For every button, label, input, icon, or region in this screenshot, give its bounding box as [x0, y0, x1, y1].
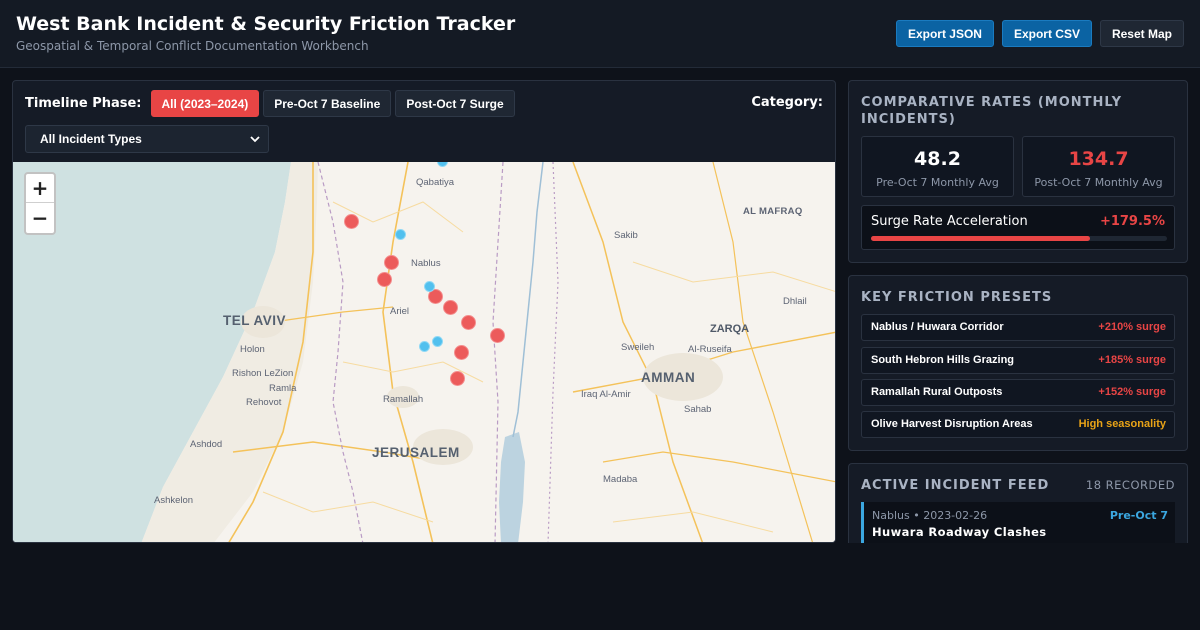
incident-marker-post-oct7[interactable] — [443, 300, 458, 315]
export-json-button[interactable]: Export JSON — [895, 20, 994, 47]
place-label-tel-aviv: TEL AVIV — [223, 313, 287, 328]
comparative-rates-title: COMPARATIVE RATES (MONTHLY INCIDENTS) — [861, 95, 1123, 127]
preset-south-hebron-hills[interactable]: South Hebron Hills Grazing +185% surge — [861, 347, 1175, 374]
incident-marker-post-oct7[interactable] — [461, 315, 476, 330]
place-label-zarqa: ZARQA — [710, 323, 750, 335]
incident-feed-card: ACTIVE INCIDENT FEED 18 RECORDED Nablus … — [848, 463, 1188, 543]
preset-name: Nablus / Huwara Corridor — [871, 321, 1004, 333]
pre-oct7-value: 48.2 — [914, 148, 961, 170]
top-header: West Bank Incident & Security Friction T… — [0, 0, 1200, 68]
place-label-madaba: Madaba — [603, 474, 638, 485]
pre-oct7-label: Pre-Oct 7 Monthly Avg — [876, 176, 999, 189]
incident-marker-pre-oct7[interactable] — [395, 229, 406, 240]
zoom-out-button[interactable]: − — [26, 203, 54, 232]
preset-tag: +185% surge — [1098, 354, 1166, 366]
place-label-rishon-lezion: Rishon LeZion — [232, 368, 294, 379]
place-label-amman: AMMAN — [641, 370, 696, 385]
incident-marker-post-oct7[interactable] — [454, 345, 469, 360]
incident-marker-pre-oct7[interactable] — [432, 336, 443, 347]
place-label-ashkelon: Ashkelon — [154, 495, 194, 506]
preset-name: Ramallah Rural Outposts — [871, 386, 1003, 398]
app-subtitle: Geospatial & Temporal Conflict Documenta… — [16, 39, 369, 53]
place-label-sweileh: Sweileh — [621, 342, 655, 353]
incident-map[interactable]: Qabatiya AL MAFRAQ Sakib Nablus Dhlail T… — [13, 162, 835, 542]
timeline-phase-label: Timeline Phase: — [25, 96, 142, 111]
place-label-sahab: Sahab — [684, 404, 712, 415]
place-label-nablus: Nablus — [411, 258, 441, 269]
preset-tag: +152% surge — [1098, 386, 1166, 398]
post-oct7-label: Post-Oct 7 Monthly Avg — [1034, 176, 1163, 189]
place-label-jerusalem: JERUSALEM — [372, 445, 460, 460]
place-label-holon: Holon — [240, 344, 265, 355]
surge-progress-fill — [871, 236, 1091, 241]
feed-item[interactable]: Nablus • 2023-02-26 Pre-Oct 7 Huwara Roa… — [861, 502, 1175, 543]
place-label-al-mafraq: AL MAFRAQ — [743, 206, 803, 217]
key-friction-presets-card: KEY FRICTION PRESETS Nablus / Huwara Cor… — [848, 275, 1188, 451]
map-panel: Timeline Phase: All (2023–2024) Pre-Oct … — [12, 80, 836, 543]
place-label-al-ruseifa: Al-Ruseifa — [688, 344, 732, 355]
place-label-sakib: Sakib — [614, 230, 638, 241]
incident-feed-title: ACTIVE INCIDENT FEED — [861, 478, 1050, 493]
incident-marker-post-oct7[interactable] — [450, 371, 465, 386]
phase-pre-oct7-button[interactable]: Pre-Oct 7 Baseline — [263, 90, 392, 117]
preset-olive-harvest[interactable]: Olive Harvest Disruption Areas High seas… — [861, 411, 1175, 438]
phase-all-button[interactable]: All (2023–2024) — [150, 90, 260, 117]
chevron-down-icon — [250, 136, 260, 143]
surge-rate-value: +179.5% — [1099, 214, 1165, 229]
header-actions: Export JSON Export CSV Reset Map — [895, 20, 1184, 47]
comparative-rates-card: COMPARATIVE RATES (MONTHLY INCIDENTS) 48… — [848, 80, 1188, 263]
preset-ramallah-rural-outposts[interactable]: Ramallah Rural Outposts +152% surge — [861, 379, 1175, 406]
place-label-ariel: Ariel — [390, 306, 410, 317]
place-label-dhlail: Dhlail — [783, 296, 807, 307]
surge-rate-box: Surge Rate Acceleration +179.5% — [861, 205, 1175, 250]
surge-progress-track — [871, 236, 1167, 241]
incident-marker-post-oct7[interactable] — [377, 272, 392, 287]
zoom-in-button[interactable]: + — [26, 174, 54, 203]
incident-feed-count: 18 RECORDED — [1085, 478, 1175, 492]
category-select[interactable]: All Incident Types — [25, 125, 269, 153]
app-title: West Bank Incident & Security Friction T… — [16, 13, 516, 35]
place-label-ashdod: Ashdod — [190, 439, 223, 450]
presets-title: KEY FRICTION PRESETS — [861, 290, 1053, 305]
incident-marker-pre-oct7[interactable] — [424, 281, 435, 292]
feed-item-phase: Pre-Oct 7 — [1109, 509, 1168, 522]
phase-post-oct7-button[interactable]: Post-Oct 7 Surge — [395, 90, 515, 117]
preset-tag: +210% surge — [1098, 321, 1166, 333]
preset-name: Olive Harvest Disruption Areas — [871, 418, 1033, 430]
place-label-qabatiya: Qabatiya — [416, 177, 455, 188]
preset-tag: High seasonality — [1078, 418, 1166, 430]
reset-map-button[interactable]: Reset Map — [1099, 20, 1184, 47]
preset-name: South Hebron Hills Grazing — [871, 354, 1015, 366]
place-label-rehovot: Rehovot — [246, 397, 282, 408]
incident-marker-post-oct7[interactable] — [384, 255, 399, 270]
category-label: Category: — [751, 95, 823, 110]
timeline-filter: Timeline Phase: All (2023–2024) Pre-Oct … — [25, 90, 515, 117]
post-oct7-value: 134.7 — [1068, 148, 1129, 170]
place-label-ramla: Ramla — [269, 383, 297, 394]
incident-marker-pre-oct7[interactable] — [419, 341, 430, 352]
place-label-ramallah: Ramallah — [383, 394, 424, 405]
feed-item-meta: Nablus • 2023-02-26 — [872, 509, 988, 522]
export-csv-button[interactable]: Export CSV — [1001, 20, 1092, 47]
preset-nablus-huwara[interactable]: Nablus / Huwara Corridor +210% surge — [861, 314, 1175, 341]
incident-marker-post-oct7[interactable] — [344, 214, 359, 229]
category-select-value: All Incident Types — [40, 132, 142, 146]
zoom-control: + − — [24, 172, 56, 235]
pre-oct7-stat: 48.2 Pre-Oct 7 Monthly Avg — [861, 136, 1014, 197]
surge-rate-label: Surge Rate Acceleration — [871, 214, 1028, 229]
feed-item-title: Huwara Roadway Clashes — [872, 525, 1047, 539]
place-label-iraq-al-amir: Iraq Al-Amir — [581, 389, 631, 400]
incident-marker-post-oct7[interactable] — [490, 328, 505, 343]
post-oct7-stat: 134.7 Post-Oct 7 Monthly Avg — [1022, 136, 1175, 197]
